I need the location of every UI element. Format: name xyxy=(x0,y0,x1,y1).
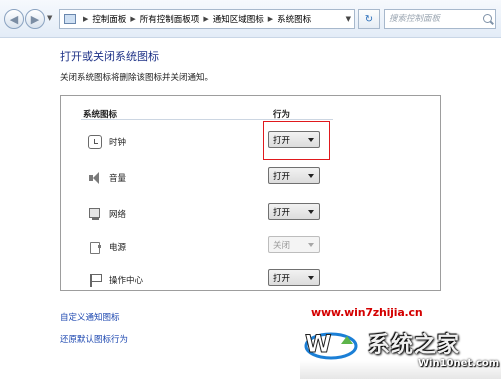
row-label: 电源 xyxy=(109,243,127,253)
chevron-down-icon xyxy=(308,243,314,247)
watermark-domain: Win10net.com xyxy=(418,358,500,369)
network-behavior-select[interactable]: 打开 xyxy=(268,203,320,220)
row-label: 音量 xyxy=(109,174,127,184)
forward-button[interactable]: ▶ xyxy=(25,9,45,29)
refresh-icon: ↻ xyxy=(364,13,374,25)
back-arrow-icon: ◀ xyxy=(9,12,19,26)
page-description: 关闭系统图标将删除该图标并关闭通知。 xyxy=(60,73,214,83)
breadcrumb-separator-icon[interactable]: ▶ xyxy=(203,15,208,23)
icon-row-volume: 音量 打开 xyxy=(61,166,440,190)
breadcrumb-item-control-panel[interactable]: 控制面板 xyxy=(92,13,126,25)
row-label: 网络 xyxy=(109,210,127,220)
row-label: 时钟 xyxy=(109,138,127,148)
action-center-behavior-select[interactable]: 打开 xyxy=(268,269,320,286)
select-value: 打开 xyxy=(273,207,291,218)
row-label: 操作中心 xyxy=(109,276,144,286)
chevron-down-icon xyxy=(308,174,314,178)
breadcrumb-separator-icon[interactable]: ▶ xyxy=(83,15,88,23)
system-icons-panel: 系统图标 行为 时钟 打开 音量 打开 网络 打开 电源 关闭 操作中心 打开 xyxy=(60,95,441,291)
svg-text:W: W xyxy=(305,330,331,358)
icon-row-power: 电源 关闭 xyxy=(61,235,440,259)
watermark-brand: 系统之家 xyxy=(368,333,461,358)
back-button[interactable]: ◀ xyxy=(4,9,24,29)
volume-behavior-select[interactable]: 打开 xyxy=(268,167,320,184)
watermark-url: www.win7zhijia.cn xyxy=(311,306,423,319)
select-value: 关闭 xyxy=(273,240,291,251)
breadcrumb-item-notification-icons[interactable]: 通知区域图标 xyxy=(213,13,264,25)
breadcrumb-item-all-items[interactable]: 所有控制面板项 xyxy=(140,13,200,25)
power-behavior-select: 关闭 xyxy=(268,236,320,253)
search-input[interactable] xyxy=(389,11,485,27)
refresh-button[interactable]: ↻ xyxy=(358,9,380,29)
icon-row-network: 网络 打开 xyxy=(61,202,440,226)
breadcrumb-item-system-icons[interactable]: 系统图标 xyxy=(277,13,311,25)
page-title: 打开或关闭系统图标 xyxy=(60,50,159,63)
clock-icon xyxy=(88,135,102,149)
breadcrumb-separator-icon[interactable]: ▶ xyxy=(130,15,135,23)
select-value: 打开 xyxy=(273,135,291,146)
restore-default-behavior-link[interactable]: 还原默认图标行为 xyxy=(60,333,128,345)
icon-row-clock: 时钟 打开 xyxy=(61,130,440,154)
select-value: 打开 xyxy=(273,171,291,182)
forward-arrow-icon: ▶ xyxy=(30,12,40,26)
search-icon[interactable] xyxy=(483,14,492,23)
clock-behavior-select[interactable]: 打开 xyxy=(268,131,320,148)
breadcrumb-separator-icon[interactable]: ▶ xyxy=(268,15,273,23)
flag-icon xyxy=(88,273,102,287)
volume-icon xyxy=(88,171,102,185)
chevron-down-icon xyxy=(308,276,314,280)
search-box[interactable] xyxy=(384,9,496,29)
power-icon xyxy=(88,240,102,254)
breadcrumb[interactable]: ▶ 控制面板 ▶ 所有控制面板项 ▶ 通知区域图标 ▶ 系统图标 ▼ xyxy=(59,9,355,29)
address-bar: ◀ ▶ ▼ ▶ 控制面板 ▶ 所有控制面板项 ▶ 通知区域图标 ▶ 系统图标 ▼… xyxy=(0,0,501,38)
recent-pages-dropdown-icon[interactable]: ▼ xyxy=(47,14,52,22)
address-dropdown-icon[interactable]: ▼ xyxy=(346,15,351,23)
network-icon xyxy=(88,207,102,221)
watermark-logo-icon: W xyxy=(304,330,358,360)
customize-notification-icons-link[interactable]: 自定义通知图标 xyxy=(60,311,120,323)
select-value: 打开 xyxy=(273,273,291,284)
header-divider xyxy=(81,119,333,120)
chevron-down-icon xyxy=(308,138,314,142)
chevron-down-icon xyxy=(308,210,314,214)
control-panel-icon xyxy=(64,14,76,24)
icon-row-action-center: 操作中心 打开 xyxy=(61,268,440,292)
